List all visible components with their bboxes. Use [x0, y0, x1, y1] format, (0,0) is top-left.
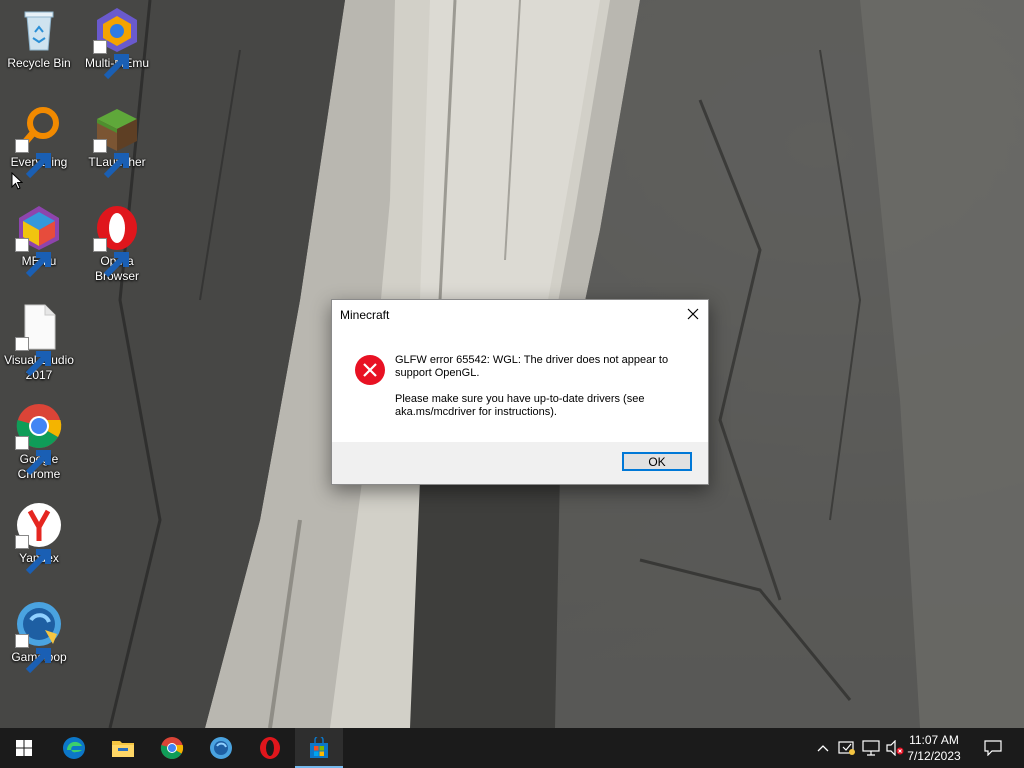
taskbar-store[interactable]	[295, 728, 343, 768]
chevron-up-icon	[817, 745, 829, 752]
shortcut-arrow-icon	[15, 337, 51, 377]
store-icon	[310, 737, 328, 758]
shortcut-arrow-icon	[93, 40, 129, 80]
network-icon	[862, 740, 880, 756]
tray-security[interactable]	[836, 728, 858, 768]
shortcut-arrow-icon	[15, 634, 51, 674]
driver-instructions-text: Please make sure you have up-to-date dri…	[395, 393, 645, 418]
clock-time: 11:07 AM	[909, 733, 959, 747]
taskbar-clock[interactable]: 11:07 AM 7/12/2023	[902, 732, 966, 764]
close-icon	[687, 308, 699, 320]
tlauncher-grass-block-icon	[93, 105, 141, 179]
opera-icon	[93, 204, 141, 278]
shortcut-arrow-icon	[15, 139, 51, 179]
desktop-icon-gameloop[interactable]: Gameloop	[0, 600, 78, 674]
desktop-icon-visual-studio[interactable]: Visual Studio 2017	[0, 303, 78, 383]
desktop-icon-multi-memu[interactable]: Multi-MEmu	[78, 6, 156, 80]
error-message-text: GLFW error 65542: WGL: The driver does n…	[395, 354, 669, 379]
shortcut-arrow-icon	[15, 436, 51, 476]
chrome-icon	[160, 737, 184, 759]
multi-memu-icon	[93, 6, 141, 80]
shortcut-arrow-icon	[15, 535, 51, 575]
memu-icon	[210, 737, 232, 759]
ok-button[interactable]: OK	[622, 452, 692, 471]
clock-date: 7/12/2023	[907, 749, 961, 763]
taskbar-file-explorer[interactable]	[99, 728, 147, 768]
recycle-bin-icon	[15, 6, 63, 54]
blank-file-icon	[15, 303, 63, 377]
close-button[interactable]	[678, 300, 708, 328]
desktop-icon-memu[interactable]: MEmu	[0, 204, 78, 278]
security-warning-icon	[838, 741, 855, 755]
taskbar-memu[interactable]	[197, 728, 245, 768]
shortcut-arrow-icon	[93, 238, 129, 278]
start-button[interactable]	[0, 728, 48, 768]
desktop-icon-label: Recycle Bin	[7, 56, 71, 70]
tray-network[interactable]	[860, 728, 882, 768]
windows-start-icon	[16, 740, 32, 756]
taskbar: 11:07 AM 7/12/2023	[0, 728, 1024, 768]
desktop-icon-google-chrome[interactable]: Google Chrome	[0, 402, 78, 482]
gameloop-icon	[15, 600, 63, 674]
chrome-icon	[15, 402, 63, 476]
dialog-message: GLFW error 65542: WGL: The driver does n…	[395, 354, 695, 432]
edge-icon	[63, 737, 85, 759]
desktop-icon-everything[interactable]: Everything	[0, 105, 78, 179]
folder-icon	[112, 741, 134, 757]
memu-icon	[15, 204, 63, 278]
desktop-icon-recycle-bin[interactable]: Recycle Bin	[0, 6, 78, 71]
taskbar-opera[interactable]	[246, 728, 294, 768]
dialog-footer: OK	[332, 442, 708, 484]
desktop-icon-yandex[interactable]: Yandex	[0, 501, 78, 575]
desktop-icon-opera[interactable]: Opera Browser	[78, 204, 156, 284]
dialog-title: Minecraft	[340, 308, 390, 322]
shortcut-arrow-icon	[15, 238, 51, 278]
notifications-icon	[984, 740, 1002, 756]
mouse-cursor-icon	[11, 171, 24, 195]
action-center-button[interactable]	[978, 728, 1008, 768]
opera-icon	[260, 737, 280, 759]
yandex-icon	[15, 501, 63, 575]
shortcut-arrow-icon	[93, 139, 129, 179]
taskbar-chrome[interactable]	[148, 728, 196, 768]
error-icon	[354, 354, 386, 386]
error-dialog: Minecraft GLFW error 65542: WGL: The dri…	[331, 299, 709, 485]
show-hidden-icons-button[interactable]	[814, 728, 832, 768]
desktop-icon-tlauncher[interactable]: TLauncher	[78, 105, 156, 179]
taskbar-edge[interactable]	[50, 728, 98, 768]
everything-search-icon	[15, 105, 63, 179]
